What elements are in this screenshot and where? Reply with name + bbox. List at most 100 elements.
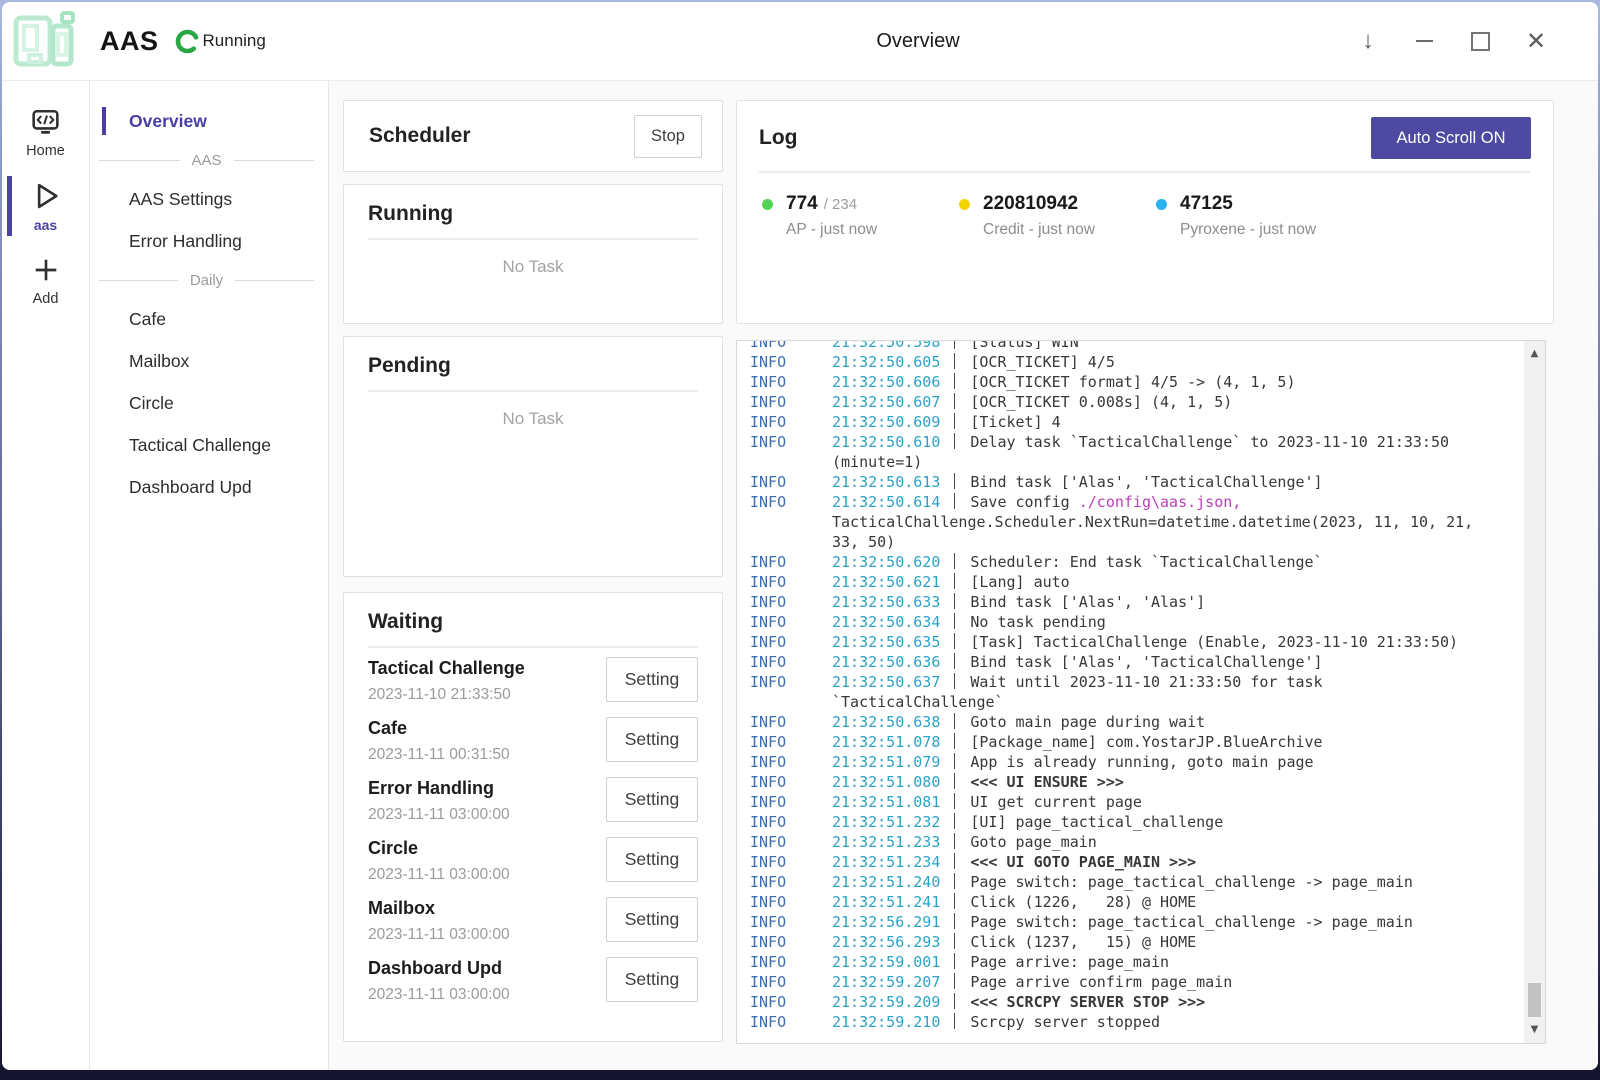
log-message-segment: [OCR_TICKET format] 4/5 -> (4, 1, 5) <box>970 373 1295 391</box>
log-timestamp: 21:32:50.633 <box>832 593 940 611</box>
log-timestamp: 21:32:51.080 <box>832 773 940 791</box>
log-line: INFO21:32:50.606[OCR_TICKET format] 4/5 … <box>750 372 1478 392</box>
stat-color-dot <box>762 199 773 210</box>
close-button[interactable]: ✕ <box>1514 18 1558 64</box>
scheduler-stop-button[interactable]: Stop <box>634 115 702 158</box>
log-message: [Lang] auto <box>970 573 1069 591</box>
log-line: INFO21:32:51.079App is already running, … <box>750 752 1478 772</box>
log-separator <box>954 613 955 629</box>
log-scrollbar[interactable]: ▲ ▼ <box>1524 341 1545 1043</box>
plus-icon <box>30 249 62 291</box>
status-label: Running <box>203 31 266 51</box>
log-message-segment: TacticalChallenge.Scheduler.NextRun=date… <box>832 513 1473 551</box>
sidebar-item[interactable]: AAS Settings <box>90 178 328 220</box>
log-line: INFO21:32:51.241Click (1226, 28) @ HOME <box>750 892 1478 912</box>
scheduler-title: Scheduler <box>369 124 471 148</box>
log-message-segment: [Status] WIN <box>970 340 1078 351</box>
task-setting-button[interactable]: Setting <box>606 837 698 882</box>
log-separator <box>954 933 955 949</box>
task-setting-button[interactable]: Setting <box>606 777 698 822</box>
waiting-task-row: Dashboard Upd 2023-11-11 03:00:00 Settin… <box>368 956 698 1004</box>
sidebar-item[interactable]: Dashboard Upd <box>90 466 328 508</box>
task-setting-button[interactable]: Setting <box>606 897 698 942</box>
sidebar-item[interactable]: Cafe <box>90 298 328 340</box>
rail-label-add: Add <box>33 291 59 307</box>
log-line: INFO21:32:50.605[OCR_TICKET] 4/5 <box>750 352 1478 372</box>
scroll-up-arrow-icon[interactable]: ▲ <box>1524 343 1545 365</box>
sidebar-item[interactable]: Circle <box>90 382 328 424</box>
log-title: Log <box>759 126 797 150</box>
sidebar-item[interactable]: Overview <box>90 100 328 142</box>
nav-rail: Home aas Add <box>2 81 90 1070</box>
log-separator <box>954 953 955 969</box>
stat-body: 220810942 Credit - just now <box>983 193 1095 239</box>
task-info: Mailbox 2023-11-11 03:00:00 <box>368 896 510 944</box>
scroll-down-arrow-icon[interactable]: ▼ <box>1524 1019 1545 1041</box>
log-message-segment: Save config <box>970 493 1078 511</box>
log-message-segment: [OCR_TICKET] 4/5 <box>970 353 1115 371</box>
task-setting-button[interactable]: Setting <box>606 657 698 702</box>
resource-stat: 220810942 Credit - just now <box>956 193 1153 239</box>
log-level: INFO <box>750 552 786 572</box>
log-separator <box>954 913 955 929</box>
log-message-segment: <<< SCRCPY SERVER STOP >>> <box>970 993 1205 1011</box>
log-card: Log Auto Scroll ON 774 / 234 <box>736 100 1554 324</box>
log-level: INFO <box>750 612 786 632</box>
log-separator <box>954 733 955 749</box>
minimize-button[interactable] <box>1402 18 1446 64</box>
task-setting-button[interactable]: Setting <box>606 957 698 1002</box>
log-message-segment: Page switch: page_tactical_challenge -> … <box>970 913 1413 931</box>
app-logo-icon <box>12 11 78 71</box>
scheduler-card: Scheduler Stop <box>343 100 723 172</box>
task-setting-button[interactable]: Setting <box>606 717 698 762</box>
log-timestamp: 21:32:50.620 <box>832 553 940 571</box>
rail-item-aas[interactable]: aas <box>2 175 89 239</box>
divider-line <box>234 160 315 161</box>
log-timestamp: 21:32:50.637 <box>832 673 940 691</box>
running-title: Running <box>368 202 698 226</box>
collapse-to-tray-button[interactable]: ↓ <box>1346 18 1390 64</box>
log-separator <box>954 753 955 769</box>
sidebar-item[interactable]: Error Handling <box>90 220 328 262</box>
close-icon: ✕ <box>1526 27 1546 56</box>
scrollbar-thumb[interactable] <box>1528 983 1541 1017</box>
sidebar-item[interactable]: Mailbox <box>90 340 328 382</box>
maximize-button[interactable] <box>1458 18 1502 64</box>
log-separator <box>954 893 955 909</box>
sidebar-item[interactable]: Tactical Challenge <box>90 424 328 466</box>
stat-label: AP - just now <box>786 221 877 239</box>
rail-label-home: Home <box>26 143 65 159</box>
log-timestamp: 21:32:59.210 <box>832 1013 940 1031</box>
log-line: INFO21:32:50.638Goto main page during wa… <box>750 712 1478 732</box>
log-timestamp: 21:32:50.605 <box>832 353 940 371</box>
app-name: AAS <box>100 26 159 57</box>
rail-item-add[interactable]: Add <box>2 249 89 313</box>
log-level: INFO <box>750 392 786 412</box>
log-message-segment: [Lang] auto <box>970 573 1069 591</box>
log-separator <box>954 633 955 649</box>
log-message: Scheduler: End task `TacticalChallenge` <box>970 553 1322 571</box>
log-line: INFO21:32:50.635[Task] TacticalChallenge… <box>750 632 1478 652</box>
task-name: Mailbox <box>368 896 510 920</box>
log-message: Bind task ['Alas', 'Alas'] <box>970 593 1205 611</box>
sidebar-item-label: Tactical Challenge <box>129 435 271 456</box>
log-timestamp: 21:32:50.634 <box>832 613 940 631</box>
log-separator <box>954 873 955 889</box>
divider <box>368 646 698 648</box>
log-message: No task pending <box>970 613 1105 631</box>
log-message: [OCR_TICKET 0.008s] (4, 1, 5) <box>970 393 1232 411</box>
log-message-segment: Click (1237, 15) @ HOME <box>970 933 1196 951</box>
minimize-icon <box>1416 40 1433 42</box>
log-message-segment: [Task] TacticalChallenge (Enable, 2023-1… <box>970 633 1458 651</box>
log-separator <box>954 713 955 729</box>
auto-scroll-toggle-button[interactable]: Auto Scroll ON <box>1371 117 1531 159</box>
log-timestamp: 21:32:51.078 <box>832 733 940 751</box>
log-separator <box>954 373 955 389</box>
task-info: Circle 2023-11-11 03:00:00 <box>368 836 510 884</box>
log-console[interactable]: INFO21:32:50.598[Status] WININFO21:32:50… <box>736 340 1546 1044</box>
stat-value: 774 <box>786 193 818 215</box>
waiting-task-row: Mailbox 2023-11-11 03:00:00 Setting <box>368 896 698 944</box>
rail-item-home[interactable]: Home <box>2 101 89 165</box>
log-line: INFO21:32:51.240Page switch: page_tactic… <box>750 872 1478 892</box>
log-line: INFO 21:32:50.620 Scheduler: End task `Tac… <box>750 552 1478 572</box>
